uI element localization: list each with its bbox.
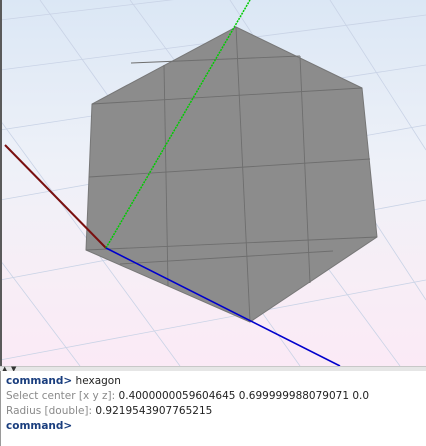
console-label: Select center [x y z]: xyxy=(6,390,116,402)
console-input-prompt: command> xyxy=(6,420,73,432)
console-line: Select center [x y z]: 0.400000005960464… xyxy=(6,389,426,404)
console-label: Radius [double]: xyxy=(6,405,93,417)
console-input-line[interactable]: command> xyxy=(6,419,426,434)
console-prompt: command> xyxy=(6,375,73,387)
viewport-border xyxy=(0,0,2,366)
scene-canvas[interactable] xyxy=(0,0,426,366)
console-line: command> hexagon xyxy=(6,374,426,389)
console-command-text: hexagon xyxy=(75,375,121,387)
console-line: Radius [double]: 0.9219543907765215 xyxy=(6,404,426,419)
command-console[interactable]: command> hexagon Select center [x y z]: … xyxy=(0,371,426,446)
3d-viewport[interactable] xyxy=(0,0,426,366)
console-value: 0.4000000059604645 0.699999988079071 0.0 xyxy=(118,390,370,402)
console-value: 0.9219543907765215 xyxy=(95,405,213,417)
